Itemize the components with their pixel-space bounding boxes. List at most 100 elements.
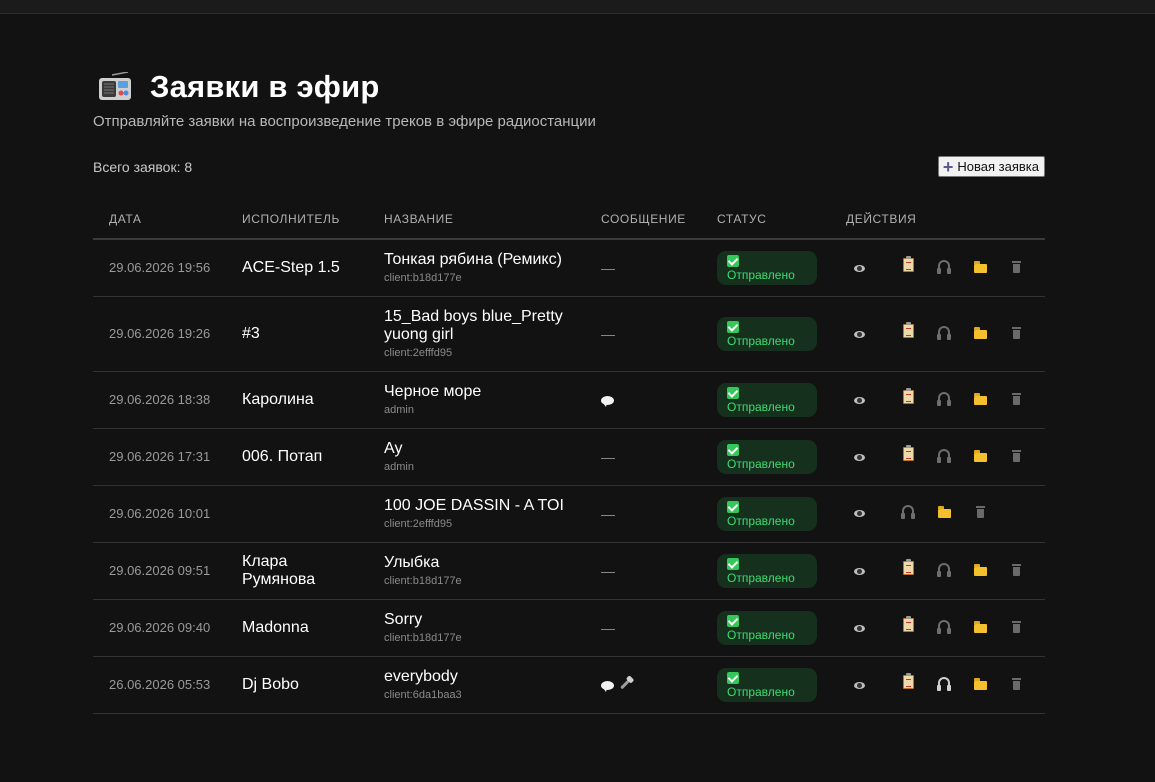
trash-icon <box>1011 392 1021 405</box>
row-message <box>589 371 705 429</box>
folder-button[interactable] <box>962 325 998 343</box>
copy-button[interactable] <box>890 559 926 580</box>
row-artist: 006. Потап <box>229 428 374 486</box>
row-source: admin <box>384 404 414 416</box>
view-button[interactable] <box>854 448 890 466</box>
status-badge: Отправлено <box>717 382 817 417</box>
delete-button[interactable] <box>998 325 1034 343</box>
folder-icon <box>973 677 987 690</box>
copy-button[interactable] <box>890 616 926 637</box>
listen-button[interactable] <box>926 391 962 409</box>
delete-button[interactable] <box>962 504 998 522</box>
status-badge: Отправлено <box>717 553 817 588</box>
trash-icon <box>1011 677 1021 690</box>
listen-button[interactable] <box>926 619 962 637</box>
row-date: 29.06.2026 10:01 <box>93 485 229 543</box>
table-row: 26.06.2026 05:53 Dj Bobo everybody clien… <box>93 656 1045 714</box>
folder-button[interactable] <box>962 448 998 466</box>
listen-button[interactable] <box>926 259 962 277</box>
table-row: 29.06.2026 10:01 100 JOE DASSIN - A TOI … <box>93 485 1045 543</box>
clipboard-icon <box>902 322 914 338</box>
folder-button[interactable] <box>926 504 962 522</box>
view-button[interactable] <box>854 259 890 277</box>
folder-button[interactable] <box>962 391 998 409</box>
row-status: Отправлено <box>705 599 836 657</box>
column-message: СООБЩЕНИЕ <box>589 199 705 240</box>
view-button[interactable] <box>854 676 890 694</box>
delete-button[interactable] <box>998 391 1034 409</box>
message-button[interactable] <box>601 680 614 692</box>
headphones-icon <box>901 505 915 520</box>
view-button[interactable] <box>854 391 890 409</box>
listen-button[interactable] <box>926 325 962 343</box>
folder-icon <box>937 506 951 519</box>
row-message <box>589 656 705 714</box>
row-actions <box>836 542 1045 600</box>
view-button[interactable] <box>854 325 890 343</box>
status-badge: Отправлено <box>717 496 817 531</box>
listen-button[interactable] <box>926 676 962 694</box>
listen-button[interactable] <box>926 448 962 466</box>
folder-button[interactable] <box>962 562 998 580</box>
message-button[interactable] <box>601 395 614 407</box>
row-artist: Madonna <box>229 599 374 657</box>
row-message: — <box>589 599 705 657</box>
copy-button[interactable] <box>890 445 926 466</box>
check-icon <box>727 443 739 456</box>
row-artist: ACE-Step 1.5 <box>229 239 374 297</box>
eye-icon <box>854 510 865 518</box>
eye-icon <box>854 624 865 632</box>
view-button[interactable] <box>854 504 890 522</box>
row-title: everybody <box>384 668 458 685</box>
headphones-icon <box>937 259 951 274</box>
listen-button[interactable] <box>926 562 962 580</box>
status-label: Отправлено <box>727 267 795 282</box>
trash-icon <box>1011 326 1021 339</box>
column-actions: ДЕЙСТВИЯ <box>836 199 1045 240</box>
delete-button[interactable] <box>998 619 1034 637</box>
folder-icon <box>973 449 987 462</box>
delete-button[interactable] <box>998 448 1034 466</box>
row-source: client:b18d177e <box>384 575 462 587</box>
column-status: СТАТУС <box>705 199 836 240</box>
headphones-icon <box>937 448 951 463</box>
row-date: 26.06.2026 05:53 <box>93 656 229 714</box>
row-status: Отправлено <box>705 428 836 486</box>
folder-button[interactable] <box>962 259 998 277</box>
row-artist: Dj Bobo <box>229 656 374 714</box>
trash-icon <box>975 506 985 519</box>
row-track: Черное море admin <box>374 371 589 429</box>
folder-button[interactable] <box>962 619 998 637</box>
requests-table: ДАТА ИСПОЛНИТЕЛЬ НАЗВАНИЕ СООБЩЕНИЕ СТАТ… <box>93 199 1045 714</box>
copy-button[interactable] <box>890 322 926 343</box>
column-title: НАЗВАНИЕ <box>374 199 589 240</box>
status-label: Отправлено <box>727 684 795 699</box>
row-track: everybody client:6da1baa3 <box>374 656 589 714</box>
row-status: Отправлено <box>705 371 836 429</box>
table-header: ДАТА ИСПОЛНИТЕЛЬ НАЗВАНИЕ СООБЩЕНИЕ СТАТ… <box>93 199 1045 240</box>
row-status: Отправлено <box>705 485 836 543</box>
folder-button[interactable] <box>962 676 998 694</box>
listen-button[interactable] <box>890 504 926 522</box>
copy-button[interactable] <box>890 673 926 694</box>
view-button[interactable] <box>854 619 890 637</box>
copy-button[interactable] <box>890 388 926 409</box>
new-request-button[interactable]: + Новая заявка <box>937 156 1045 177</box>
table-row: 29.06.2026 17:31 006. Потап Ау admin — О… <box>93 428 1045 486</box>
microphone-icon[interactable] <box>620 678 631 689</box>
status-label: Отправлено <box>727 456 795 471</box>
delete-button[interactable] <box>998 676 1034 694</box>
table-row: 29.06.2026 19:56 ACE-Step 1.5 Тонкая ряб… <box>93 239 1045 297</box>
delete-button[interactable] <box>998 562 1034 580</box>
status-label: Отправлено <box>727 627 795 642</box>
row-actions <box>836 296 1045 372</box>
copy-button[interactable] <box>890 256 926 277</box>
folder-icon <box>973 392 987 405</box>
row-date: 29.06.2026 09:51 <box>93 542 229 600</box>
row-title: Ау <box>384 440 403 457</box>
row-status: Отправлено <box>705 239 836 297</box>
delete-button[interactable] <box>998 259 1034 277</box>
eye-icon <box>854 396 865 404</box>
view-button[interactable] <box>854 562 890 580</box>
row-title: 15_Bad boys blue_Pretty yuong girl <box>384 308 563 343</box>
